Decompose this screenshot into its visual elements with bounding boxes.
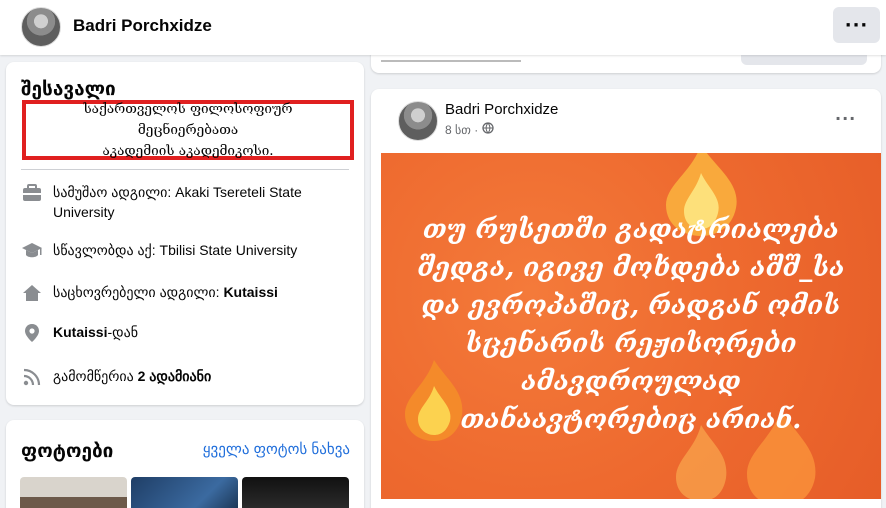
info-home-prefix: საცხოვრებელი ადგილი: <box>53 284 224 300</box>
intro-card: შესავალი საქართველოს ფილოსოფიურ მეცნიერე… <box>6 62 364 405</box>
photos-title: ფოტოები <box>21 440 114 462</box>
info-followers-link[interactable]: 2 ადამიანი <box>138 368 212 384</box>
profile-name[interactable]: Badri Porchxidze <box>73 16 212 36</box>
info-study-prefix: სწავლობდა აქ: <box>53 242 160 258</box>
post-text-line: და ევროპაშიც, რადგან ომის <box>421 291 841 321</box>
intro-title: შესავალი <box>21 78 116 100</box>
rss-followers-icon <box>21 366 43 388</box>
info-from: Kutaissi-დან <box>21 322 351 344</box>
bio-line-1: საქართველოს ფილოსოფიურ მეცნიერებათა <box>83 100 293 138</box>
post-author-name[interactable]: Badri Porchxidze <box>445 101 558 118</box>
bio-line-2: აკადემიის აკადემიკოსი. <box>102 142 274 159</box>
profile-header-bar: Badri Porchxidze ··· <box>0 0 886 55</box>
info-work-prefix: სამუშაო ადგილი: <box>53 184 176 200</box>
info-followers: გამომწერია 2 ადამიანი <box>21 366 351 388</box>
post-time-text: 8 სთ · <box>445 122 479 137</box>
post-text-line: ამავდროულად <box>521 367 741 397</box>
post-image-text: თუ რუსეთში გადატრიალება შედგა, იგივე მოხ… <box>381 211 881 439</box>
see-all-photos-link[interactable]: ყველა ფოტოს ნახვა <box>203 440 350 458</box>
post-text-line: თუ რუსეთში გადატრიალება <box>423 215 839 245</box>
graduation-cap-icon <box>21 240 43 262</box>
info-home-link[interactable]: Kutaissi <box>223 284 277 300</box>
globe-icon <box>482 122 494 137</box>
photo-thumbnail[interactable] <box>131 477 238 508</box>
post-author-avatar[interactable] <box>398 101 438 141</box>
post-card: Badri Porchxidze 8 სთ · ··· თუ რუსეთში გ… <box>371 89 881 508</box>
post-timestamp[interactable]: 8 სთ · <box>445 122 494 137</box>
post-text-line: თანაავტორებიც არიან. <box>460 405 802 435</box>
info-work: სამუშაო ადგილი: Akaki Tsereteli State Un… <box>21 182 351 222</box>
post-image[interactable]: თუ რუსეთში გადატრიალება შედგა, იგივე მოხ… <box>381 153 881 499</box>
photo-thumbnail[interactable] <box>20 477 127 508</box>
home-icon <box>21 282 43 304</box>
more-options-button[interactable]: ··· <box>833 7 880 43</box>
info-followers-prefix: გამომწერია <box>53 368 138 384</box>
info-from-link[interactable]: Kutaissi <box>53 324 107 340</box>
photo-thumbnail[interactable] <box>242 477 349 508</box>
info-from-suffix: -დან <box>107 324 139 340</box>
post-text-line: შედგა, იგივე მოხდება აშშ_სა <box>417 253 845 283</box>
info-study-link[interactable]: Tbilisi State University <box>160 242 298 258</box>
photos-card: ფოტოები ყველა ფოტოს ნახვა <box>6 420 364 508</box>
info-home: საცხოვრებელი ადგილი: Kutaissi <box>21 282 351 304</box>
briefcase-icon <box>21 182 43 204</box>
divider <box>381 60 521 62</box>
post-text-line: სცენარის რეჟისორები <box>465 329 797 359</box>
location-pin-icon <box>21 322 43 344</box>
bio-highlighted: საქართველოს ფილოსოფიურ მეცნიერებათა აკად… <box>22 100 354 160</box>
profile-avatar[interactable] <box>21 7 61 47</box>
post-options-button[interactable]: ··· <box>835 109 856 128</box>
intro-divider <box>21 169 349 170</box>
info-study: სწავლობდა აქ: Tbilisi State University <box>21 240 351 262</box>
